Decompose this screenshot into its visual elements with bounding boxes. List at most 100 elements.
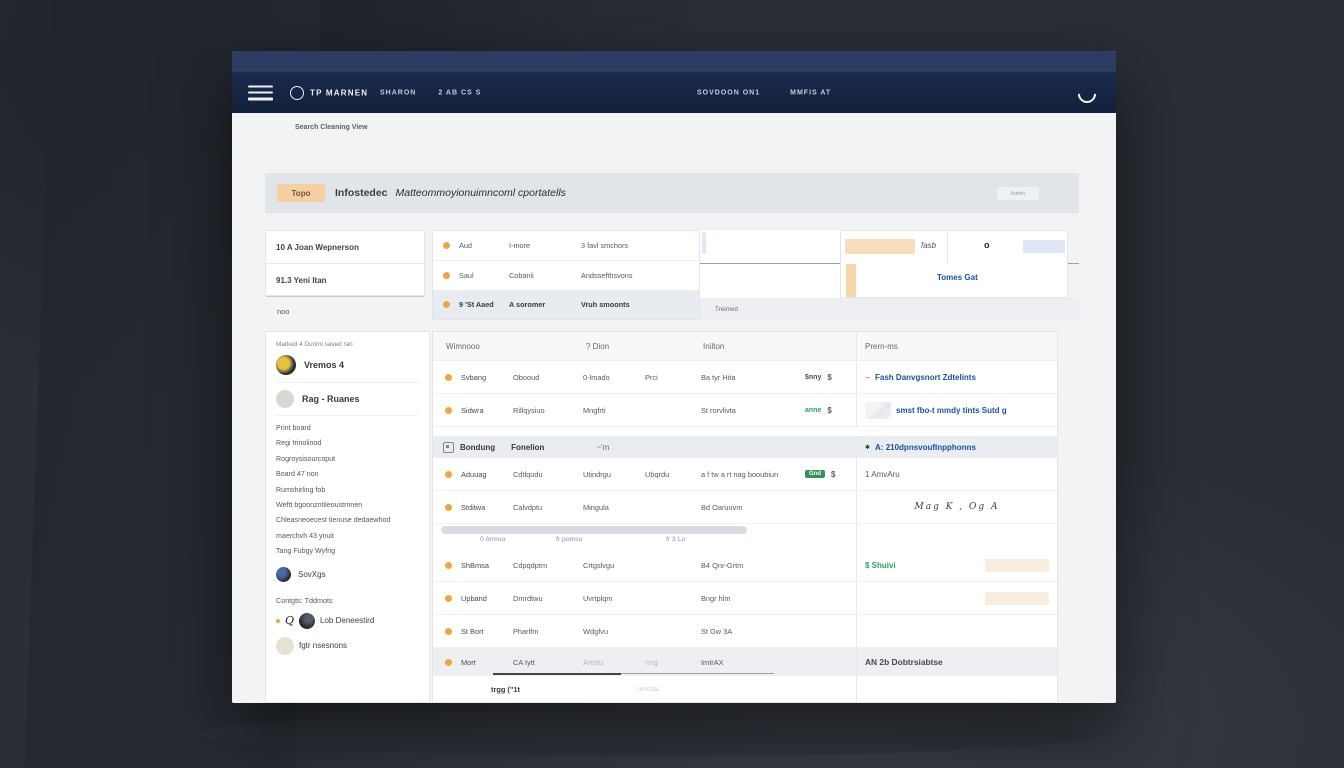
scrollbar-thumb[interactable] [702,232,706,254]
banner-action-button[interactable]: Admin [997,187,1039,200]
sidebar-user-badge[interactable]: SovXgs [276,562,419,587]
panel-footer-strip: Treimed [700,298,1079,320]
sidebar-link[interactable]: Rogroysisourcoput [276,452,419,467]
cell: Utindrgu [583,470,645,479]
detail-link[interactable]: smst fbo-t mmdy tints Sutd g [896,406,1007,415]
summary-card-bottom: Tomes Gat [841,264,1067,297]
sidebar-link[interactable]: Weftt bgoonzntileoustrnnen [276,498,419,513]
row-main: 0 Armuofr pomsufr 3 Lu [433,535,856,549]
cell: Uvrtplqm [583,594,645,603]
sidebar-link[interactable]: Print board [276,421,419,436]
positive-amount: $ Shuivi [865,561,896,570]
status-badge: $nny [805,374,821,381]
list-row[interactable]: 9 'St AaedA soromerVruh smoonts [433,290,699,319]
cell: Calvdptu [513,503,583,512]
sidebar-link[interactable]: Regi trinolinod [276,436,419,451]
contact-item[interactable]: fgtr nsesnons [276,637,419,655]
sidebar-user-item[interactable]: Vremos 4 [276,348,419,383]
cell: Pharlfm [513,627,583,636]
row-main: trgg ("1tmntt'tta [433,676,856,702]
top-navbar: TP MARNEN SHARON 2 AB CS S SOVDOON ON1 MMF… [232,51,1116,113]
row-detail: Prern-ms [856,332,1057,360]
user-avatar [276,390,294,408]
detail-link[interactable]: Fash Danvgsnort Zdtelints [875,373,976,382]
user-name: Rag - Ruanes [302,394,360,404]
search-note: Search Cleaning View [295,124,368,131]
nav-item[interactable]: SOVDOON ON1 [697,89,760,96]
desktop-background: TP MARNEN SHARON 2 AB CS S SOVDOON ON1 MMF… [0,0,1344,768]
row-main: ShBmsaCdpqdptmCrtgslvguB4 Qnr-Grtm [433,549,856,581]
contact-item[interactable]: Q Lob Deneestird [276,613,419,629]
status-dot-icon [276,619,280,623]
cell: Wdgfvu [583,627,645,636]
sidebar-link[interactable]: Tang Fubgy Wyfrig [276,544,419,559]
column-header: Wimnooo [433,342,573,351]
nav-item[interactable]: MMFIS AT [790,89,831,96]
left-sidebar: Marked 4 Dunmi saved ran Vremos 4 Rag - … [265,331,430,703]
summary-tag: fasb [921,241,936,250]
spinner-icon[interactable] [1074,81,1099,106]
summary-action-pill[interactable] [1023,240,1065,253]
table-row[interactable]: UpbandDmrdtwuUvrtplqmBngr hlm [433,582,1057,615]
row-main: UpbandDmrdtwuUvrtplqmBngr hlm [433,582,856,614]
accent-bar [846,264,856,297]
nav-item[interactable]: 2 AB CS S [438,89,481,96]
cell: Bngr hlm [701,594,805,603]
sidebar-link[interactable]: Rumshirling fob [276,483,419,498]
row-main: StditwaCalvdptuMingulaBd Oaruuvm [433,491,856,523]
table-row[interactable]: St BortPharlfmWdgfvuSt Gw 3A [433,615,1057,648]
detail-link[interactable]: A: 210dpnsvouflnpphonns [875,443,976,452]
section-title: Fonelion [511,443,544,452]
sidebar-user-item[interactable]: Rag - Ruanes [276,383,419,416]
cell: Mingula [583,503,645,512]
summary-links[interactable]: Tomes Gat [937,273,978,282]
cell: I-more [509,241,581,250]
status-badge: Gnd [805,470,825,478]
cell: Mngfrti [583,406,645,415]
status-dot-icon [445,628,452,635]
nav-item[interactable]: SHARON [380,89,416,96]
table-row[interactable]: ShBmsaCdpqdptmCrtgslvguB4 Qnr-Grtm $ Shui… [433,549,1057,582]
table-row-highlighted[interactable]: MortCA IyttArtrttumrgImIrAXAN 2b Dobtrsi… [433,648,1057,676]
quick-list-footer-item[interactable]: noo [265,300,425,322]
sidebar-link[interactable]: Board 47 non [276,467,419,482]
quick-list-card: 10 A Joan Wepnerson91.3 Yeni Itan [265,230,425,296]
sidebar-link[interactable]: Chleasneoecest tienuse dedaewhod [276,513,419,528]
cell: Ubqrdu [645,470,701,479]
list-item[interactable]: 91.3 Yeni Itan [266,264,424,297]
table-row[interactable]: AduuagCdtlquduUtindrguUbqrdua f tw a rt … [433,458,1057,491]
list-row[interactable]: SaulCobaniiAndssefthsvons [433,261,699,290]
row-main: St BortPharlfmWdgfvuSt Gw 3A [433,615,856,647]
row-main: AduuagCdtlquduUtindrguUbqrdua f tw a rt … [433,458,856,490]
status-dot-icon [443,301,450,308]
cell: Ba tyr Hita [701,373,805,382]
mini-table-card: AudI-more3 favl smchorsSaulCobaniiAndsse… [432,230,700,320]
cell: ImIrAX [701,658,805,667]
sidebar-link[interactable]: maerchvh 43 ynuit [276,529,419,544]
list-row[interactable]: AudI-more3 favl smchors [433,231,699,261]
table-row[interactable]: SvbangObooud0-lmadoPrciBa tyr Hita$nny$–… [433,361,1057,394]
navbar-inner: TP MARNEN SHARON 2 AB CS S SOVDOON ON1 MMF… [232,72,1116,113]
row-detail [856,524,1057,535]
brand-logo-icon [290,86,304,100]
summary-card: fasb o Tomes Gat [840,230,1068,298]
cell: Rillqysiuo [513,406,583,415]
table-row[interactable]: StditwaCalvdptuMingulaBd OaruuvmMag K , … [433,491,1057,524]
row-detail: $ Shuivi [856,549,1057,581]
status-dot-icon [445,407,452,414]
status-dot-icon [445,471,452,478]
status-dot-icon [445,659,452,666]
vertical-divider [947,231,948,264]
info-banner: Topo Infostedec Matteommoyionuimncoml cp… [265,173,1079,213]
progress-strip-row [433,524,1057,535]
progress-bar [441,526,747,534]
table-section-row[interactable]: BondungFonelion~'m✱A: 210dpnsvouflnpphon… [433,436,1057,458]
hamburger-menu-icon[interactable] [248,85,273,100]
cell: Obooud [513,373,583,382]
cell: mrg [645,658,701,667]
thumbnail-icon [865,402,891,419]
detail-text: 1 AmvAru [865,470,900,479]
list-item[interactable]: 10 A Joan Wepnerson [266,231,424,264]
table-row[interactable]: SidwraRillqysiuoMngfrtiSt rorvlivtaanne$… [433,394,1057,427]
brand-name[interactable]: TP MARNEN [310,88,368,97]
